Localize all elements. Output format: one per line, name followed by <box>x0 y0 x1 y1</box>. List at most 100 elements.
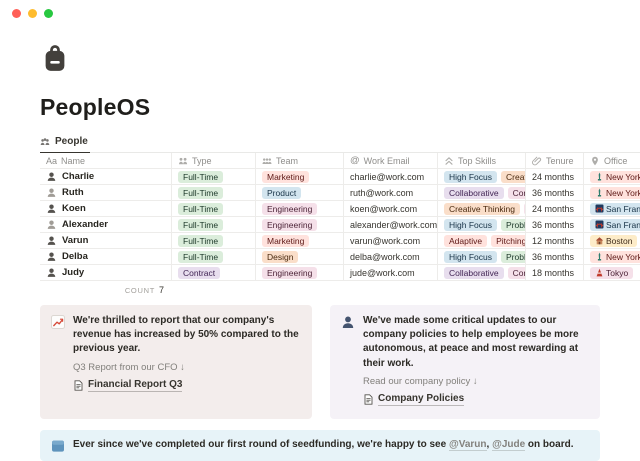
table-row[interactable]: Delba Full-Time Design delba@work.com Hi… <box>40 249 640 265</box>
email-cell[interactable]: charlie@work.com <box>344 169 438 184</box>
team-cell[interactable]: Engineering <box>256 265 344 280</box>
minimize-button[interactable] <box>28 9 37 18</box>
avatar <box>46 203 57 214</box>
callout-revenue: We're thrilled to report that our compan… <box>40 305 312 419</box>
tenure-cell[interactable]: 12 months <box>526 233 584 248</box>
office-cell[interactable]: Tokyo <box>584 265 640 280</box>
page-link-label: Financial Report Q3 <box>88 379 182 393</box>
team-cell[interactable]: Marketing <box>256 169 344 184</box>
table-row[interactable]: Alexander Full-Time Engineering alexande… <box>40 217 640 233</box>
type-tag: Full-Time <box>178 235 223 247</box>
people-icon <box>262 156 272 166</box>
name-cell[interactable]: Judy <box>40 265 172 280</box>
column-header-type[interactable]: Type <box>172 153 256 168</box>
skill-tag: Pitching <box>491 235 526 247</box>
office-cell[interactable]: San Francisco <box>584 201 640 216</box>
office-cell[interactable]: New York <box>584 185 640 200</box>
table-row[interactable]: Judy Contract Engineering jude@work.com … <box>40 265 640 281</box>
column-header-team[interactable]: Team <box>256 153 344 168</box>
skills-cell[interactable]: Collaborative Communication <box>438 185 526 200</box>
office-cell[interactable]: Boston <box>584 233 640 248</box>
email-cell[interactable]: alexander@work.com <box>344 217 438 232</box>
skills-cell[interactable]: High Focus Problem Solving <box>438 249 526 264</box>
callout-text: We've made some critical updates to our … <box>363 314 589 371</box>
name-cell[interactable]: Koen <box>40 201 172 216</box>
multi-select-icon <box>444 156 454 166</box>
mention-varun[interactable]: @Varun <box>449 439 487 451</box>
team-cell[interactable]: Engineering <box>256 217 344 232</box>
page-link-financial-report[interactable]: Financial Report Q3 <box>73 379 182 393</box>
document-icon <box>73 380 84 391</box>
table-row[interactable]: Koen Full-Time Engineering koen@work.com… <box>40 201 640 217</box>
table-row[interactable]: Ruth Full-Time Product ruth@work.com Col… <box>40 185 640 201</box>
office-cell[interactable]: San Francisco <box>584 217 640 232</box>
close-button[interactable] <box>12 9 21 18</box>
text-property-icon: Aa <box>46 156 57 166</box>
email-cell[interactable]: ruth@work.com <box>344 185 438 200</box>
column-header-name[interactable]: Aa Name <box>40 153 172 168</box>
count-value: 7 <box>159 285 164 295</box>
tenure-cell[interactable]: 36 months <box>526 249 584 264</box>
name-cell[interactable]: Charlie <box>40 169 172 184</box>
office-cell[interactable]: New York <box>584 249 640 264</box>
type-cell[interactable]: Full-Time <box>172 249 256 264</box>
type-cell[interactable]: Contract <box>172 265 256 280</box>
skills-cell[interactable]: Collaborative Communication <box>438 265 526 280</box>
type-cell[interactable]: Full-Time <box>172 185 256 200</box>
type-cell[interactable]: Full-Time <box>172 217 256 232</box>
table-count[interactable]: COUNT 7 <box>40 281 172 296</box>
avatar <box>46 171 57 182</box>
name-cell[interactable]: Varun <box>40 233 172 248</box>
paperclip-icon <box>532 156 542 166</box>
tenure-cell[interactable]: 36 months <box>526 217 584 232</box>
column-header-top-skills[interactable]: Top Skills <box>438 153 526 168</box>
column-header-office[interactable]: Office <box>584 153 640 168</box>
team-tag: Engineering <box>262 267 317 279</box>
skill-tag: Communication <box>508 267 526 279</box>
skills-cell[interactable]: High Focus Problem Solving <box>438 217 526 232</box>
tenure-cell[interactable]: 24 months <box>526 201 584 216</box>
skill-tag: High Focus <box>444 171 497 183</box>
tab-people[interactable]: People <box>40 134 90 153</box>
type-cell[interactable]: Full-Time <box>172 233 256 248</box>
column-header-work-email[interactable]: @ Work Email <box>344 153 438 168</box>
team-tag: Engineering <box>262 219 317 231</box>
table-header-row: Aa Name Type Team @ Work Email Top Skill… <box>40 153 640 169</box>
name-cell[interactable]: Ruth <box>40 185 172 200</box>
mention-jude[interactable]: @Jude <box>492 439 525 451</box>
type-cell[interactable]: Full-Time <box>172 169 256 184</box>
name-cell[interactable]: Delba <box>40 249 172 264</box>
skills-cell[interactable]: Creative Thinking Communication <box>438 201 526 216</box>
column-header-tenure[interactable]: Tenure <box>526 153 584 168</box>
bridge-icon <box>595 220 604 229</box>
skill-tag: High Focus <box>444 219 497 231</box>
maximize-button[interactable] <box>44 9 53 18</box>
traffic-lights <box>12 9 53 18</box>
email-cell[interactable]: varun@work.com <box>344 233 438 248</box>
team-cell[interactable]: Engineering <box>256 201 344 216</box>
house-icon <box>595 236 604 245</box>
email-cell[interactable]: jude@work.com <box>344 265 438 280</box>
tenure-cell[interactable]: 36 months <box>526 185 584 200</box>
view-tabbar: People <box>40 134 640 153</box>
skills-cell[interactable]: Adaptive Pitching Contrarian <box>438 233 526 248</box>
email-cell[interactable]: delba@work.com <box>344 249 438 264</box>
tenure-cell[interactable]: 18 months <box>526 265 584 280</box>
tenure-cell[interactable]: 24 months <box>526 169 584 184</box>
team-tag: Product <box>262 187 301 199</box>
team-cell[interactable]: Marketing <box>256 233 344 248</box>
count-label: COUNT <box>125 286 155 295</box>
window-titlebar <box>0 0 640 24</box>
avatar <box>46 219 57 230</box>
team-cell[interactable]: Product <box>256 185 344 200</box>
office-tag: New York <box>590 251 640 263</box>
table-row[interactable]: Charlie Full-Time Marketing charlie@work… <box>40 169 640 185</box>
name-cell[interactable]: Alexander <box>40 217 172 232</box>
email-cell[interactable]: koen@work.com <box>344 201 438 216</box>
team-cell[interactable]: Design <box>256 249 344 264</box>
office-cell[interactable]: New York <box>584 169 640 184</box>
backpack-icon[interactable] <box>40 44 70 74</box>
table-row[interactable]: Varun Full-Time Marketing varun@work.com… <box>40 233 640 249</box>
skills-cell[interactable]: High Focus Creative Thinking <box>438 169 526 184</box>
type-cell[interactable]: Full-Time <box>172 201 256 216</box>
